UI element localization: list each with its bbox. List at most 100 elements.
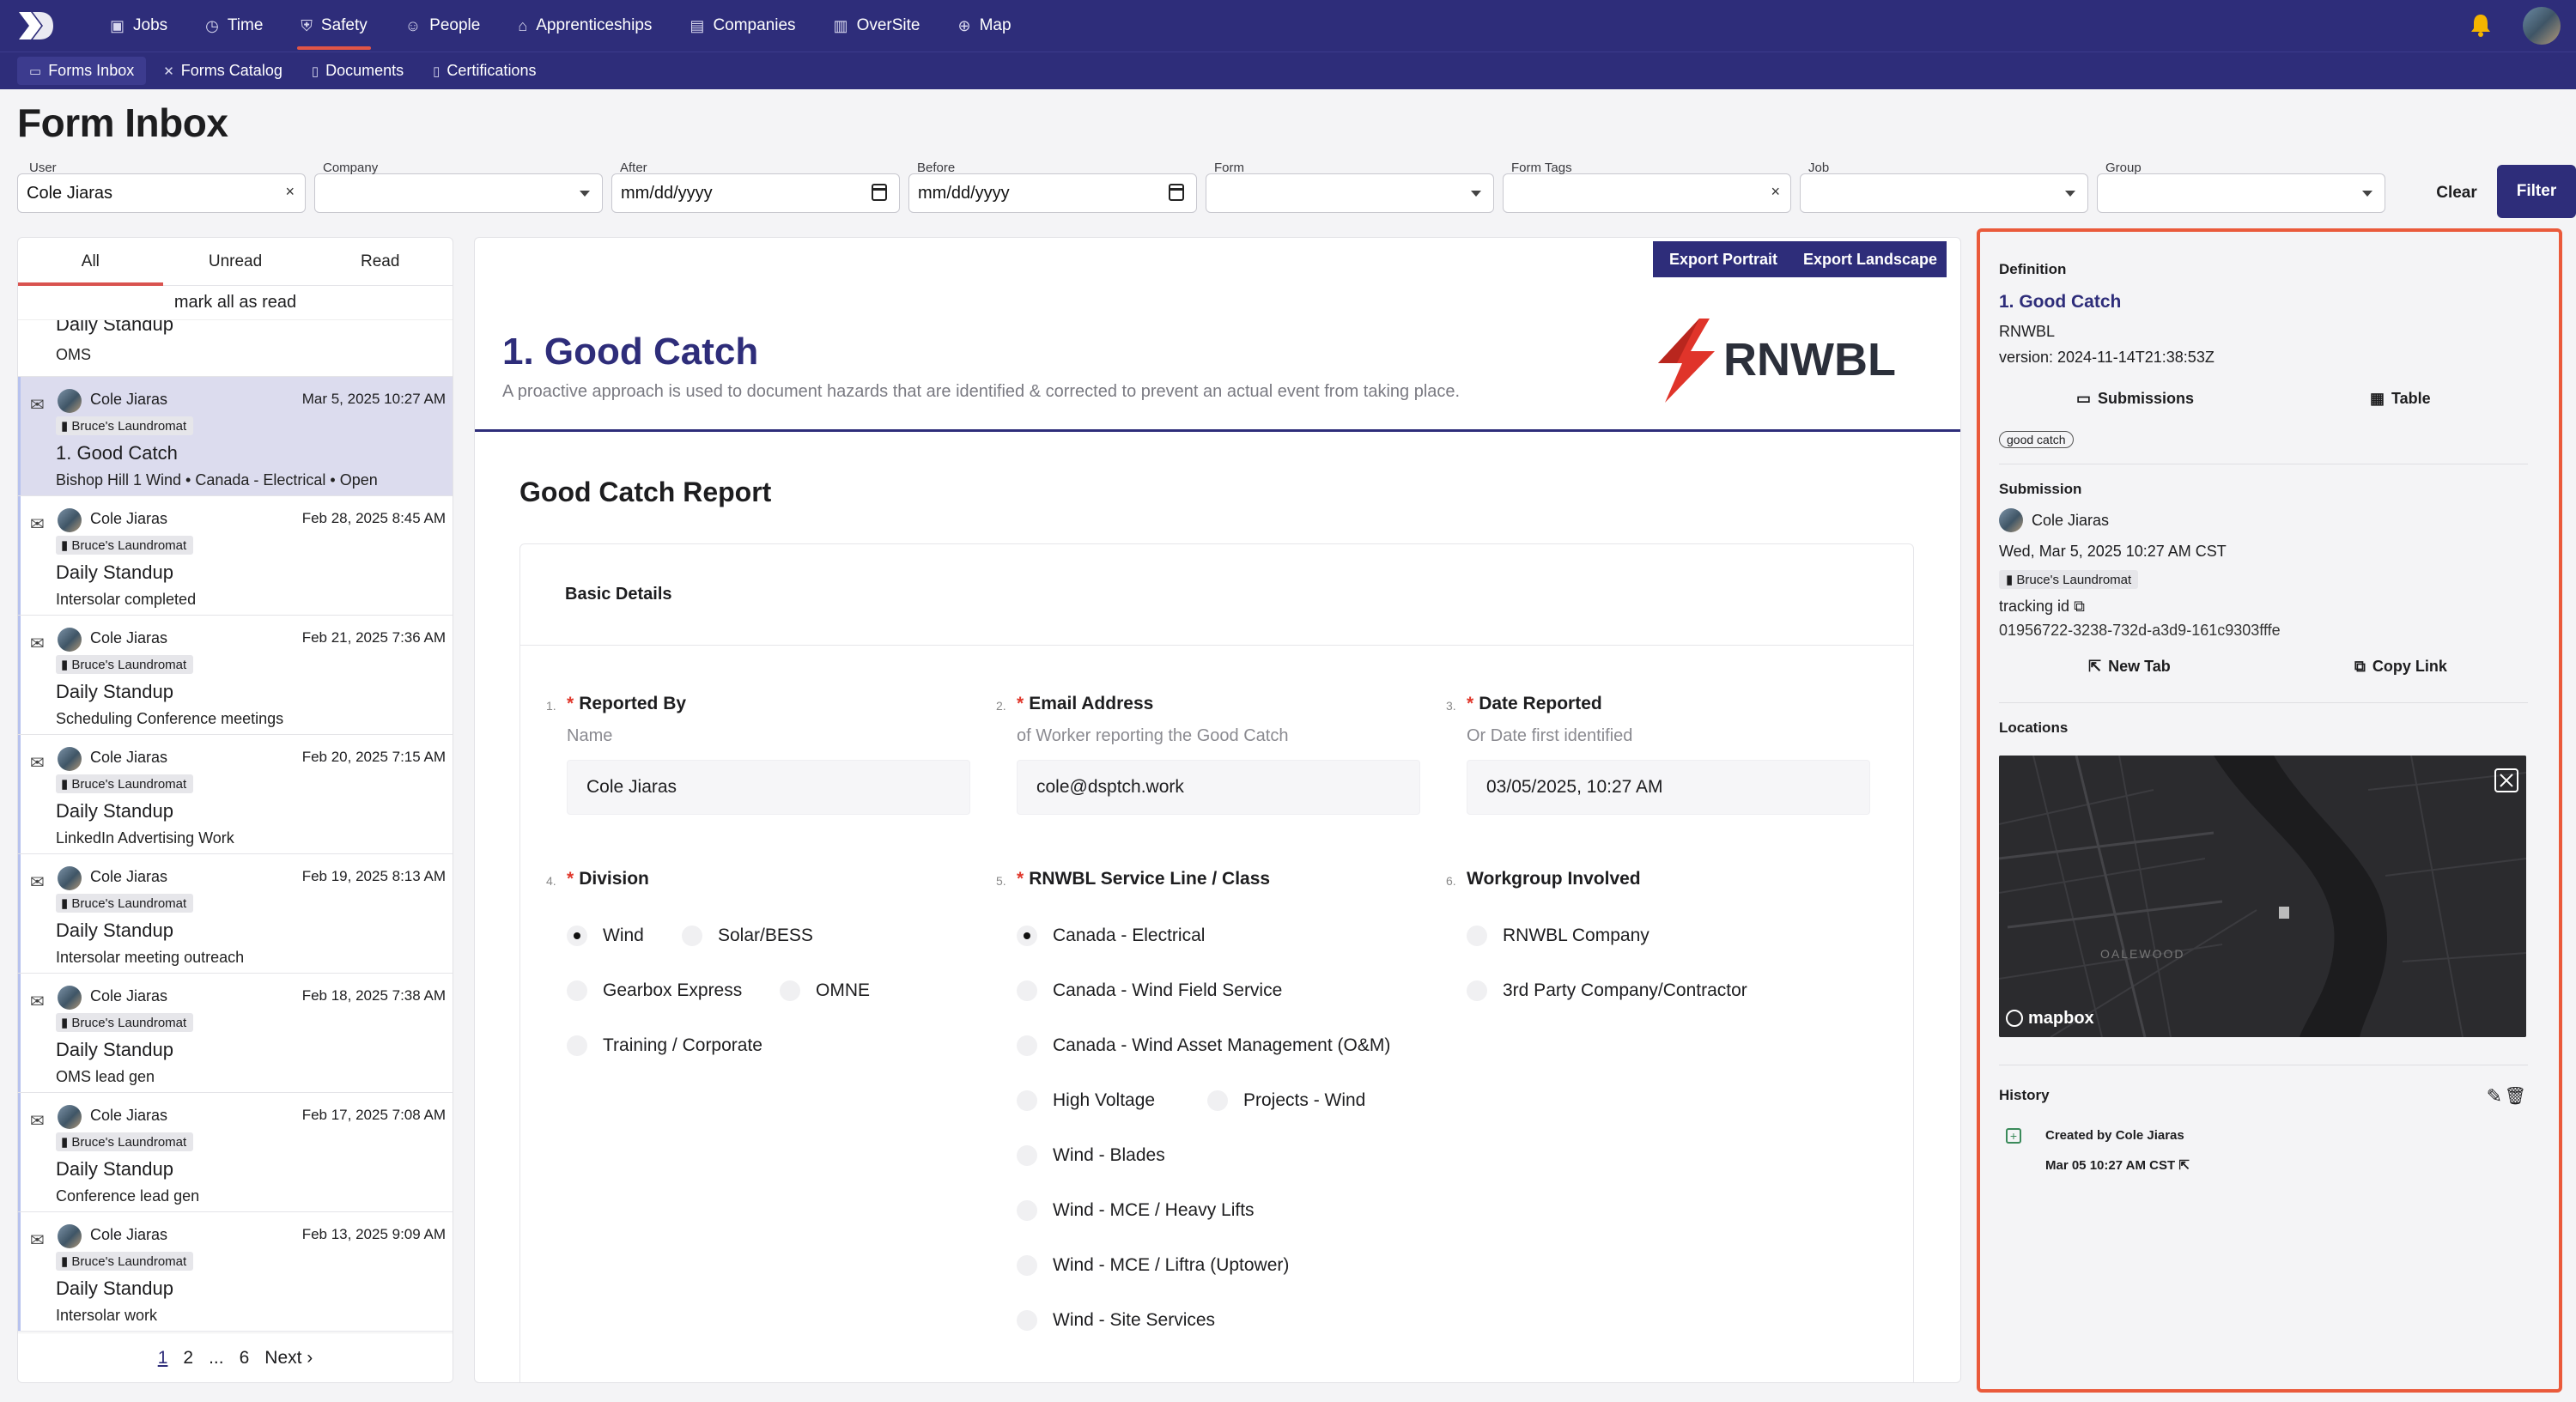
- submission-heading: Submission: [1999, 481, 2082, 497]
- email-field[interactable]: cole@dsptch.work: [1017, 760, 1420, 815]
- nav-map[interactable]: ⊕ Map: [939, 0, 1030, 52]
- definition-title-link[interactable]: 1. Good Catch: [1999, 292, 2528, 313]
- division-option-omne[interactable]: OMNE: [780, 980, 870, 1001]
- workgroup-option[interactable]: 3rd Party Company/Contractor: [1467, 980, 1747, 1001]
- date-reported-field[interactable]: 03/05/2025, 10:27 AM: [1467, 760, 1870, 815]
- tab-read[interactable]: Read: [307, 238, 453, 285]
- calendar-icon[interactable]: [1169, 184, 1184, 201]
- clear-icon[interactable]: ×: [285, 183, 295, 201]
- clear-button[interactable]: Clear: [2418, 173, 2495, 213]
- nav-safety[interactable]: ⛨ Safety: [282, 0, 386, 52]
- service-option[interactable]: Wind - Site Services: [1017, 1310, 1215, 1331]
- question-number: 3.: [1446, 699, 1456, 713]
- group-filter[interactable]: [2097, 173, 2385, 213]
- workgroup-option[interactable]: RNWBL Company: [1467, 926, 1649, 946]
- user-avatar[interactable]: [2523, 7, 2561, 45]
- service-option[interactable]: Projects - Wind: [1207, 1090, 1365, 1111]
- trash-icon[interactable]: 🗑: [2505, 1085, 2526, 1107]
- service-option[interactable]: Canada - Wind Field Service: [1017, 980, 1282, 1001]
- radio[interactable]: [1017, 1255, 1037, 1276]
- radio[interactable]: [1017, 1145, 1037, 1166]
- before-date-input[interactable]: mm/dd/yyyy: [908, 173, 1197, 213]
- radio[interactable]: [1017, 1310, 1037, 1331]
- reported-by-field[interactable]: Cole Jiaras: [567, 760, 970, 815]
- app-logo[interactable]: [17, 10, 55, 41]
- export-portrait-button[interactable]: Export Portrait: [1653, 241, 1794, 277]
- subnav-forms-inbox[interactable]: ▭ Forms Inbox: [17, 57, 147, 85]
- radio[interactable]: [1017, 980, 1037, 1001]
- nav-companies[interactable]: ▤ Companies: [671, 0, 814, 52]
- company-filter[interactable]: [314, 173, 603, 213]
- question-email: 2. * Email Address of Worker reporting th…: [996, 694, 1420, 815]
- nav-time[interactable]: ◷ Time: [186, 0, 282, 52]
- radio[interactable]: [1017, 1090, 1037, 1111]
- tab-unread[interactable]: Unread: [163, 238, 308, 285]
- radio[interactable]: [567, 980, 587, 1001]
- nav-oversite[interactable]: ▥ OverSite: [815, 0, 939, 52]
- list-item[interactable]: ✉ Cole Jiaras Feb 13, 2025 9:09 AM ▮ Bru…: [18, 1212, 453, 1332]
- service-option-canada-electrical[interactable]: Canada - Electrical: [1017, 926, 1205, 946]
- division-option-solar[interactable]: Solar/BESS: [682, 926, 813, 946]
- list-item[interactable]: ✉ Cole Jiaras Feb 28, 2025 8:45 AM ▮ Bru…: [18, 496, 453, 616]
- expand-icon[interactable]: [2494, 768, 2519, 793]
- nav-apprenticeships[interactable]: ⌂ Apprenticeships: [499, 0, 671, 52]
- next-page-link[interactable]: Next ›: [264, 1348, 313, 1369]
- radio[interactable]: [1207, 1090, 1228, 1111]
- radio[interactable]: [682, 926, 702, 946]
- form-filter[interactable]: [1206, 173, 1494, 213]
- new-tab-button[interactable]: ⇱ New Tab: [2088, 658, 2171, 676]
- item-user: Cole Jiaras: [90, 1107, 168, 1124]
- radio[interactable]: [1017, 1035, 1037, 1056]
- subnav-documents[interactable]: ▯ Documents: [300, 57, 416, 85]
- service-option[interactable]: Wind - MCE / Heavy Lifts: [1017, 1200, 1255, 1221]
- radio[interactable]: [567, 1035, 587, 1056]
- page-6-link[interactable]: 6: [240, 1348, 250, 1369]
- list-item[interactable]: ✉ Cole Jiaras Feb 18, 2025 7:38 AM ▮ Bru…: [18, 974, 453, 1093]
- tag-chip[interactable]: good catch: [1999, 431, 2074, 448]
- nav-label: Apprenticeships: [536, 16, 653, 34]
- division-option-gearbox[interactable]: Gearbox Express: [567, 980, 742, 1001]
- page-1-link[interactable]: 1: [158, 1348, 168, 1369]
- calendar-icon[interactable]: [872, 184, 887, 201]
- external-link-icon[interactable]: ⇱: [2178, 1158, 2190, 1173]
- radio-selected[interactable]: [567, 926, 587, 946]
- subnav-forms-catalog[interactable]: ✕ Forms Catalog: [151, 57, 295, 85]
- filter-button[interactable]: Filter: [2497, 165, 2576, 218]
- job-filter[interactable]: [1800, 173, 2088, 213]
- service-option[interactable]: High Voltage: [1017, 1090, 1155, 1111]
- list-item[interactable]: Daily Standup OMS: [18, 320, 453, 377]
- page-2-link[interactable]: 2: [183, 1348, 193, 1369]
- list-item[interactable]: ✉ Cole Jiaras Feb 19, 2025 8:13 AM ▮ Bru…: [18, 854, 453, 974]
- subnav-certifications[interactable]: ▯ Certifications: [421, 57, 548, 85]
- division-option-training[interactable]: Training / Corporate: [567, 1035, 762, 1056]
- radio-selected[interactable]: [1017, 926, 1037, 946]
- user-filter[interactable]: Cole Jiaras ×: [17, 173, 306, 213]
- bell-icon[interactable]: [2468, 12, 2494, 38]
- mark-all-read-button[interactable]: mark all as read: [18, 286, 453, 320]
- radio[interactable]: [1467, 926, 1487, 946]
- copy-link-button[interactable]: ⧉ Copy Link: [2354, 658, 2447, 676]
- clear-icon[interactable]: ×: [1771, 183, 1780, 201]
- radio[interactable]: [780, 980, 800, 1001]
- division-option-wind[interactable]: Wind: [567, 926, 644, 946]
- radio[interactable]: [1017, 1200, 1037, 1221]
- list-item[interactable]: ✉ Cole Jiaras Feb 17, 2025 7:08 AM ▮ Bru…: [18, 1093, 453, 1212]
- service-option[interactable]: Wind - MCE / Liftra (Uptower): [1017, 1255, 1289, 1276]
- form-tags-filter[interactable]: ×: [1503, 173, 1791, 213]
- location-map[interactable]: OALEWOOD mapbox: [1999, 756, 2526, 1037]
- table-button[interactable]: ▦ Table: [2370, 390, 2431, 408]
- export-landscape-button[interactable]: Export Landscape: [1794, 241, 1947, 277]
- edit-icon[interactable]: ✎: [2487, 1085, 2502, 1108]
- list-item[interactable]: ✉ Cole Jiaras Mar 5, 2025 10:27 AM ▮ Bru…: [18, 377, 453, 496]
- nav-jobs[interactable]: ▣ Jobs: [91, 0, 186, 52]
- list-item[interactable]: ✉ Cole Jiaras Feb 20, 2025 7:15 AM ▮ Bru…: [18, 735, 453, 854]
- copy-icon[interactable]: ⧉: [2074, 598, 2085, 615]
- after-date-input[interactable]: mm/dd/yyyy: [611, 173, 900, 213]
- nav-people[interactable]: ☺ People: [386, 0, 500, 52]
- radio[interactable]: [1467, 980, 1487, 1001]
- submissions-button[interactable]: ▭ Submissions: [2076, 390, 2194, 408]
- list-item[interactable]: ✉ Cole Jiaras Feb 21, 2025 7:36 AM ▮ Bru…: [18, 616, 453, 735]
- service-option[interactable]: Canada - Wind Asset Management (O&M): [1017, 1035, 1390, 1056]
- service-option[interactable]: Wind - Blades: [1017, 1145, 1165, 1166]
- tab-all[interactable]: All: [18, 238, 163, 286]
